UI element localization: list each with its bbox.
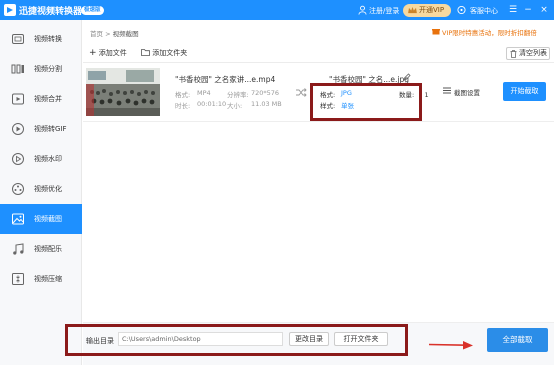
- format-value: MP4: [197, 89, 211, 97]
- minimize-button[interactable]: −: [522, 3, 534, 17]
- resolution-label: 分辨率:: [227, 91, 249, 99]
- resolution-value: 720*576: [251, 89, 280, 97]
- user-icon: [358, 5, 367, 15]
- add-folder-label: 添加文件夹: [152, 49, 188, 57]
- app-logo-icon: [4, 4, 16, 16]
- video-optimize-icon: [12, 183, 24, 195]
- sidebar-item-video-gif[interactable]: 视频转GIF: [0, 114, 82, 144]
- gift-icon: [432, 29, 440, 35]
- video-watermark-icon: [12, 153, 24, 165]
- customer-service-link[interactable]: 客服中心: [470, 6, 498, 16]
- sidebar: 视频转换 视频分割 视频合并 视频转GIF 视频水印 视频优化 视频截图 视频配…: [0, 20, 82, 365]
- sidebar-item-video-music[interactable]: 视频配乐: [0, 234, 82, 264]
- promo-text: VIP限时特惠活动，限时折扣翻倍: [442, 29, 537, 37]
- sidebar-item-video-merge[interactable]: 视频合并: [0, 84, 82, 114]
- breadcrumb-separator: >: [105, 30, 111, 38]
- sidebar-item-label: 视频配乐: [34, 245, 62, 253]
- output-count-value: 1: [424, 91, 429, 99]
- video-convert-icon: [12, 34, 24, 44]
- vip-label: 开通VIP: [419, 6, 445, 14]
- sidebar-item-video-compress[interactable]: 视频压缩: [0, 264, 82, 294]
- video-merge-icon: [12, 93, 24, 105]
- add-file-label: 添加文件: [98, 49, 127, 57]
- format-label: 格式:: [175, 91, 191, 99]
- highlight-box-output-format: [310, 83, 422, 121]
- sidebar-item-label: 视频截图: [34, 215, 62, 223]
- add-folder-button[interactable]: 添加文件夹: [141, 47, 187, 60]
- sidebar-item-video-split[interactable]: 视频分割: [0, 54, 82, 84]
- sidebar-item-video-screenshot[interactable]: 视频截图: [0, 204, 82, 234]
- duration-label: 时长:: [175, 102, 191, 110]
- sidebar-item-label: 视频分割: [34, 65, 62, 73]
- video-compress-icon: [12, 273, 24, 285]
- title-bar: 迅捷视频转换器 极速版 注册/登录 开通VIP 客服中心 ☰ − ×: [0, 0, 554, 20]
- snapshot-settings-button[interactable]: 截图设置: [443, 87, 480, 97]
- toolbar: + 添加文件 添加文件夹 清空列表: [83, 45, 554, 63]
- shuffle-icon: [296, 88, 307, 97]
- video-gif-icon: [12, 123, 24, 135]
- trash-icon: [510, 50, 517, 58]
- capture-all-button[interactable]: 全部截取: [487, 328, 548, 352]
- settings-lines-icon: [443, 87, 451, 94]
- sidebar-item-video-convert[interactable]: 视频转换: [0, 24, 82, 54]
- crown-icon: [408, 7, 417, 14]
- sidebar-item-video-watermark[interactable]: 视频水印: [0, 144, 82, 174]
- close-button[interactable]: ×: [538, 3, 550, 17]
- breadcrumb-current: 视频截图: [112, 30, 139, 38]
- pencil-icon[interactable]: [403, 73, 411, 81]
- source-file-name: "书香校园" 之名家讲...e.mp4: [175, 75, 276, 84]
- red-arrow-icon: [428, 341, 473, 350]
- snapshot-settings-label: 截图设置: [454, 89, 480, 97]
- video-music-icon: [13, 243, 24, 255]
- sidebar-item-label: 视频水印: [34, 155, 62, 163]
- video-screenshot-icon: [12, 213, 24, 225]
- highlight-box-output-dir: [65, 324, 408, 356]
- breadcrumb: 首页 > 视频截图: [90, 28, 139, 38]
- sidebar-item-label: 视频优化: [34, 185, 62, 193]
- add-file-button[interactable]: + 添加文件: [89, 47, 127, 60]
- clear-list-label: 清空列表: [519, 49, 547, 57]
- headset-icon: [457, 5, 466, 15]
- app-title: 迅捷视频转换器: [19, 7, 83, 17]
- edition-badge: 极速版: [81, 6, 104, 15]
- promo-link[interactable]: VIP限时特惠活动，限时折扣翻倍: [432, 27, 537, 37]
- start-capture-button[interactable]: 开始截取: [503, 82, 546, 101]
- size-value: 11.03 MB: [251, 100, 282, 108]
- sidebar-item-label: 视频转GIF: [34, 125, 67, 133]
- plus-icon: +: [89, 48, 97, 58]
- sidebar-item-label: 视频压缩: [34, 275, 62, 283]
- clear-list-button[interactable]: 清空列表: [506, 47, 550, 60]
- video-split-icon: [11, 64, 24, 74]
- video-thumbnail[interactable]: [86, 68, 160, 116]
- size-label: 大小:: [227, 102, 243, 110]
- folder-icon: [141, 49, 150, 56]
- sidebar-item-video-optimize[interactable]: 视频优化: [0, 174, 82, 204]
- breadcrumb-home[interactable]: 首页: [90, 30, 103, 38]
- login-link[interactable]: 注册/登录: [369, 6, 399, 16]
- app-window: 迅捷视频转换器 极速版 注册/登录 开通VIP 客服中心 ☰ − × 视频转换 …: [0, 0, 554, 365]
- sidebar-item-label: 视频合并: [34, 95, 62, 103]
- sidebar-item-label: 视频转换: [34, 35, 62, 43]
- duration-value: 00:01:10: [197, 100, 227, 108]
- vip-button[interactable]: 开通VIP: [403, 4, 451, 17]
- menu-icon[interactable]: ☰: [507, 3, 519, 17]
